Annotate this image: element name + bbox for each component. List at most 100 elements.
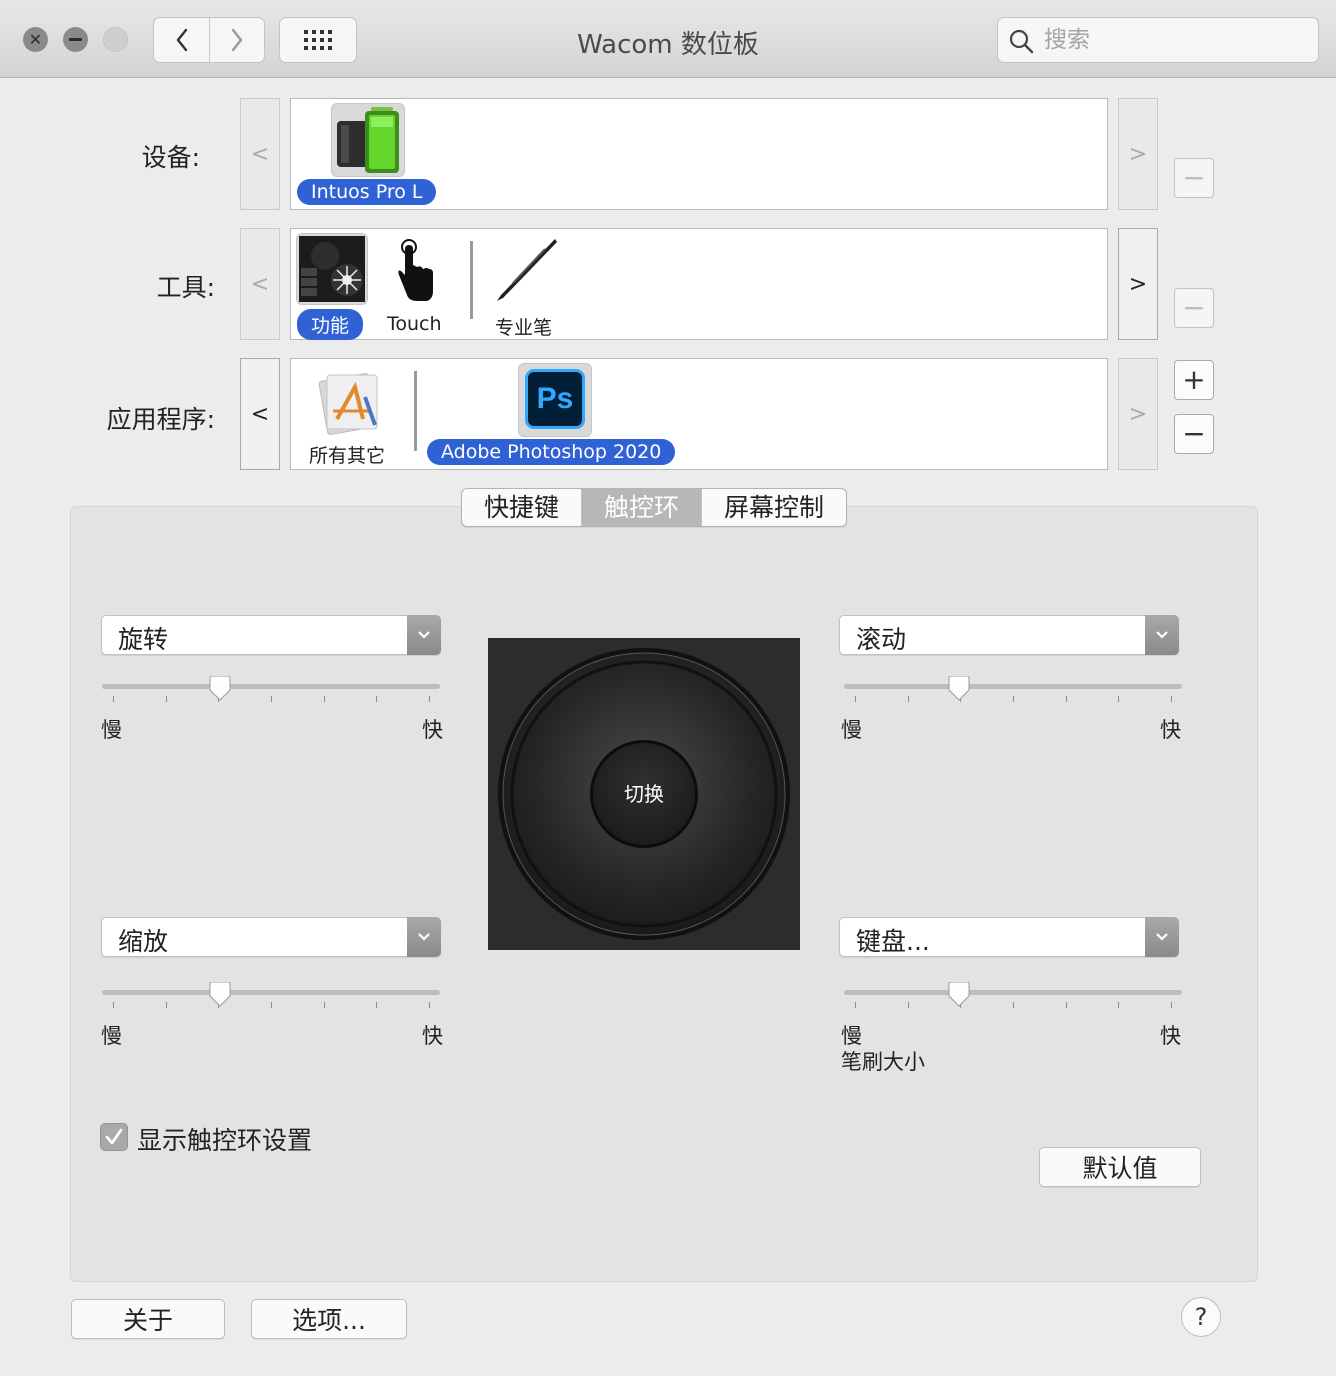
device-item-label: Intuos Pro L bbox=[297, 179, 437, 205]
app-scroll-left-button[interactable]: < bbox=[240, 358, 280, 470]
device-scroll-left-button[interactable]: < bbox=[240, 98, 280, 210]
ring-mode-4-speed-slider[interactable] bbox=[844, 982, 1182, 1012]
tool-list: 功能 Touch 专业笔 bbox=[290, 228, 1108, 340]
device-row-label: 设备: bbox=[141, 143, 200, 172]
app-row-label: 应用程序: bbox=[106, 405, 215, 434]
app-item-all-others[interactable]: 所有其它 bbox=[309, 441, 385, 468]
slider-tick bbox=[165, 1002, 167, 1008]
all-other-apps-icon bbox=[318, 373, 378, 435]
show-ring-settings-label: 显示触控环设置 bbox=[137, 1126, 313, 1155]
slider-knob[interactable] bbox=[208, 982, 232, 1008]
ring-mode-3-speed-slider[interactable] bbox=[102, 982, 440, 1012]
photoshop-icon: Ps bbox=[525, 369, 585, 429]
slider-tick bbox=[429, 696, 430, 702]
slider-tick bbox=[855, 1002, 856, 1008]
about-button[interactable]: 关于 bbox=[71, 1299, 225, 1339]
slider-tick bbox=[429, 1002, 430, 1008]
slider-knob[interactable] bbox=[947, 982, 971, 1008]
ring-mode-1-popup[interactable]: 旋转 bbox=[101, 615, 441, 655]
ring-mode-4-value: 键盘... bbox=[856, 927, 930, 956]
tab-on-screen-controls[interactable]: 屏幕控制 bbox=[701, 489, 846, 526]
ring-mode-3-fast-label: 快 bbox=[422, 1024, 443, 1048]
device-item-intuos[interactable]: Intuos Pro L bbox=[297, 179, 437, 205]
slider-tick bbox=[113, 696, 114, 702]
tab-touch-ring[interactable]: 触控环 bbox=[581, 489, 702, 526]
ring-mode-4-popup[interactable]: 键盘... bbox=[839, 917, 1179, 957]
ring-mode-2-popup[interactable]: 滚动 bbox=[839, 615, 1179, 655]
slider-tick bbox=[855, 696, 856, 702]
remove-device-button[interactable]: − bbox=[1174, 158, 1214, 198]
scroll-left-label: < bbox=[250, 401, 270, 427]
slider-tick bbox=[1171, 696, 1172, 702]
scroll-left-label: < bbox=[250, 141, 270, 167]
ring-mode-1-slow-label: 慢 bbox=[101, 718, 122, 742]
ring-mode-1-value: 旋转 bbox=[118, 625, 169, 654]
slider-tick bbox=[1065, 1002, 1067, 1008]
search-field[interactable] bbox=[997, 17, 1319, 63]
tool-scroll-left-button[interactable]: < bbox=[240, 228, 280, 340]
tool-item-touch[interactable]: Touch bbox=[387, 313, 442, 335]
ring-mode-4-keystroke-label: 笔刷大小 bbox=[841, 1050, 925, 1074]
tool-row-label: 工具: bbox=[156, 273, 215, 302]
app-scroll-right-button[interactable]: > bbox=[1118, 358, 1158, 470]
slider-tick bbox=[1118, 1002, 1120, 1008]
app-item-label: 所有其它 bbox=[309, 445, 386, 467]
device-list: Intuos Pro L bbox=[290, 98, 1108, 210]
minus-icon: − bbox=[1182, 291, 1206, 324]
add-app-button[interactable]: + bbox=[1174, 360, 1214, 400]
ring-center-button[interactable]: 切换 bbox=[488, 778, 800, 807]
app-divider bbox=[414, 371, 417, 451]
express-keys-icon bbox=[299, 236, 365, 302]
slider-tick bbox=[1171, 1002, 1172, 1008]
tool-item-label: 专业笔 bbox=[495, 317, 553, 339]
touch-hand-icon bbox=[398, 239, 433, 301]
ring-mode-3-value: 缩放 bbox=[118, 927, 169, 956]
chevron-down-icon bbox=[1145, 917, 1179, 957]
slider-tick bbox=[323, 1002, 325, 1008]
minus-icon: − bbox=[1182, 161, 1206, 194]
tool-item-functions[interactable]: 功能 bbox=[297, 309, 364, 340]
remove-tool-button[interactable]: − bbox=[1174, 288, 1214, 328]
slider-knob[interactable] bbox=[947, 676, 971, 702]
search-icon bbox=[1009, 29, 1034, 54]
minus-icon: − bbox=[1182, 417, 1206, 450]
options-button[interactable]: 选项... bbox=[251, 1299, 407, 1339]
slider-knob[interactable] bbox=[208, 676, 232, 702]
search-input[interactable] bbox=[1044, 26, 1304, 54]
app-item-photoshop[interactable]: Adobe Photoshop 2020 bbox=[427, 439, 676, 465]
tool-scroll-right-button[interactable]: > bbox=[1118, 228, 1158, 340]
ring-mode-1-fast-label: 快 bbox=[422, 718, 443, 742]
slider-track bbox=[844, 990, 1182, 995]
slider-tick bbox=[907, 696, 909, 702]
slider-tick bbox=[113, 1002, 114, 1008]
device-scroll-right-button[interactable]: > bbox=[1118, 98, 1158, 210]
tool-item-label: Touch bbox=[387, 313, 442, 335]
tablet-battery-icon bbox=[337, 107, 399, 173]
scroll-right-label: > bbox=[1128, 401, 1148, 427]
chevron-down-icon bbox=[1145, 615, 1179, 655]
default-button[interactable]: 默认值 bbox=[1039, 1147, 1201, 1187]
show-ring-settings-checkbox[interactable] bbox=[100, 1123, 128, 1151]
ring-mode-3-popup[interactable]: 缩放 bbox=[101, 917, 441, 957]
ring-mode-2-slow-label: 慢 bbox=[841, 718, 862, 742]
ring-mode-1-speed-slider[interactable] bbox=[102, 676, 440, 706]
app-list: 所有其它 Ps Adobe Photoshop 2020 bbox=[290, 358, 1108, 470]
app-item-label: Adobe Photoshop 2020 bbox=[427, 439, 676, 465]
slider-tick bbox=[165, 696, 167, 702]
slider-track bbox=[102, 990, 440, 995]
tool-item-pro-pen[interactable]: 专业笔 bbox=[495, 313, 552, 340]
ring-mode-2-speed-slider[interactable] bbox=[844, 676, 1182, 706]
remove-app-button[interactable]: − bbox=[1174, 414, 1214, 454]
help-button[interactable]: ? bbox=[1181, 1297, 1221, 1337]
tool-item-label: 功能 bbox=[297, 309, 364, 340]
scroll-right-label: > bbox=[1128, 141, 1148, 167]
scroll-right-label: > bbox=[1128, 271, 1148, 297]
checkmark-icon bbox=[105, 1128, 123, 1145]
tab-express-keys[interactable]: 快捷键 bbox=[462, 489, 581, 526]
scroll-left-label: < bbox=[250, 271, 270, 297]
pro-pen-icon bbox=[497, 239, 557, 301]
touch-ring-graphic: 切换 bbox=[488, 638, 800, 950]
slider-tick bbox=[1013, 696, 1014, 702]
slider-tick bbox=[376, 696, 378, 702]
ring-mode-3-slow-label: 慢 bbox=[101, 1024, 122, 1048]
